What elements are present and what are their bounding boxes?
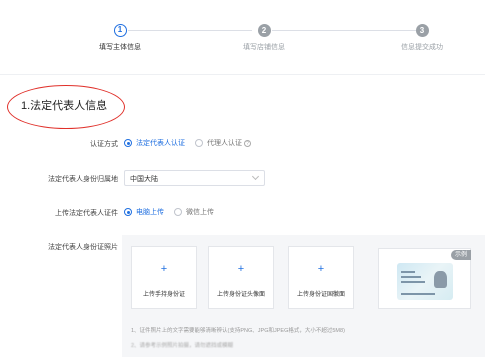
id-region-select[interactable]: 中国大陆 bbox=[124, 170, 265, 186]
step-2-number: 2 bbox=[257, 24, 271, 37]
radio-wechat-upload[interactable]: 微信上传 bbox=[174, 207, 214, 217]
step-3: 3 信息提交成功 bbox=[377, 24, 467, 52]
upload-note-2: 2、请参考示例照片拍摄，请勿遮挡或模糊 bbox=[131, 343, 234, 349]
radio-wechat-upload-label: 微信上传 bbox=[186, 209, 214, 216]
step-1-label: 填写主体信息 bbox=[99, 44, 141, 51]
radio-legal-rep[interactable]: 法定代表人认证 bbox=[124, 138, 185, 148]
radio-pc-upload[interactable]: 电脑上传 bbox=[124, 207, 164, 217]
id-card-text-line bbox=[401, 276, 421, 278]
plus-icon: + bbox=[317, 263, 325, 275]
id-photos-label: 法定代表人身份证照片 bbox=[48, 244, 118, 251]
id-card-portrait bbox=[434, 271, 447, 288]
id-card-number-line bbox=[401, 293, 435, 295]
auth-method-label: 认证方式 bbox=[90, 141, 118, 148]
upload-card-label: 上传手持身份证 bbox=[142, 292, 185, 298]
upload-handheld-id-button[interactable]: + 上传手持身份证 bbox=[131, 246, 197, 309]
id-card-text-line bbox=[401, 271, 415, 273]
id-card-text-line bbox=[401, 281, 425, 283]
upload-card-label: 上传身份证国徽面 bbox=[296, 292, 345, 298]
radio-agent[interactable]: 代理人认证 ? bbox=[195, 138, 251, 148]
annotation-circle bbox=[7, 85, 125, 129]
upload-id-front-button[interactable]: + 上传身份证头像面 bbox=[208, 246, 274, 309]
upload-card-label: 上传身份证头像面 bbox=[216, 292, 265, 298]
header-divider bbox=[0, 74, 485, 75]
plus-icon: + bbox=[160, 263, 168, 275]
radio-pc-upload-label: 电脑上传 bbox=[136, 209, 164, 216]
upload-id-back-button[interactable]: + 上传身份证国徽面 bbox=[288, 246, 354, 309]
radio-on-icon bbox=[124, 208, 132, 216]
step-1: 1 填写主体信息 bbox=[75, 24, 165, 52]
step-1-number: 1 bbox=[113, 24, 127, 37]
radio-agent-label: 代理人认证 bbox=[207, 140, 242, 147]
upload-note-1: 1、证件照片上的文字需要能够清晰辨认(支持PNG、JPG和JPEG格式，大小不超… bbox=[131, 328, 345, 334]
id-region-label: 法定代表人身份归属地 bbox=[48, 176, 118, 183]
plus-icon: + bbox=[237, 263, 245, 275]
radio-off-icon bbox=[174, 208, 182, 216]
question-circle-icon[interactable]: ? bbox=[244, 139, 251, 147]
step-2: 2 填写店铺信息 bbox=[219, 24, 309, 52]
radio-legal-rep-label: 法定代表人认证 bbox=[136, 140, 185, 147]
radio-on-icon bbox=[124, 139, 132, 147]
id-region-value: 中国大陆 bbox=[130, 176, 158, 183]
step-3-label: 信息提交成功 bbox=[401, 44, 443, 51]
upload-cert-radio-group: 电脑上传 微信上传 bbox=[124, 207, 224, 217]
chevron-down-icon bbox=[251, 172, 260, 181]
sample-id-card-image bbox=[397, 263, 453, 300]
progress-steps: 1 填写主体信息 2 填写店铺信息 3 信息提交成功 bbox=[0, 0, 485, 70]
radio-off-icon bbox=[195, 139, 203, 147]
sample-badge: 示例 bbox=[451, 250, 471, 260]
upload-cert-label: 上传法定代表人证件 bbox=[55, 210, 118, 217]
auth-method-radio-group: 法定代表人认证 代理人认证 ? bbox=[124, 138, 261, 148]
step-3-number: 3 bbox=[415, 24, 429, 37]
step-2-label: 填写店铺信息 bbox=[243, 44, 285, 51]
